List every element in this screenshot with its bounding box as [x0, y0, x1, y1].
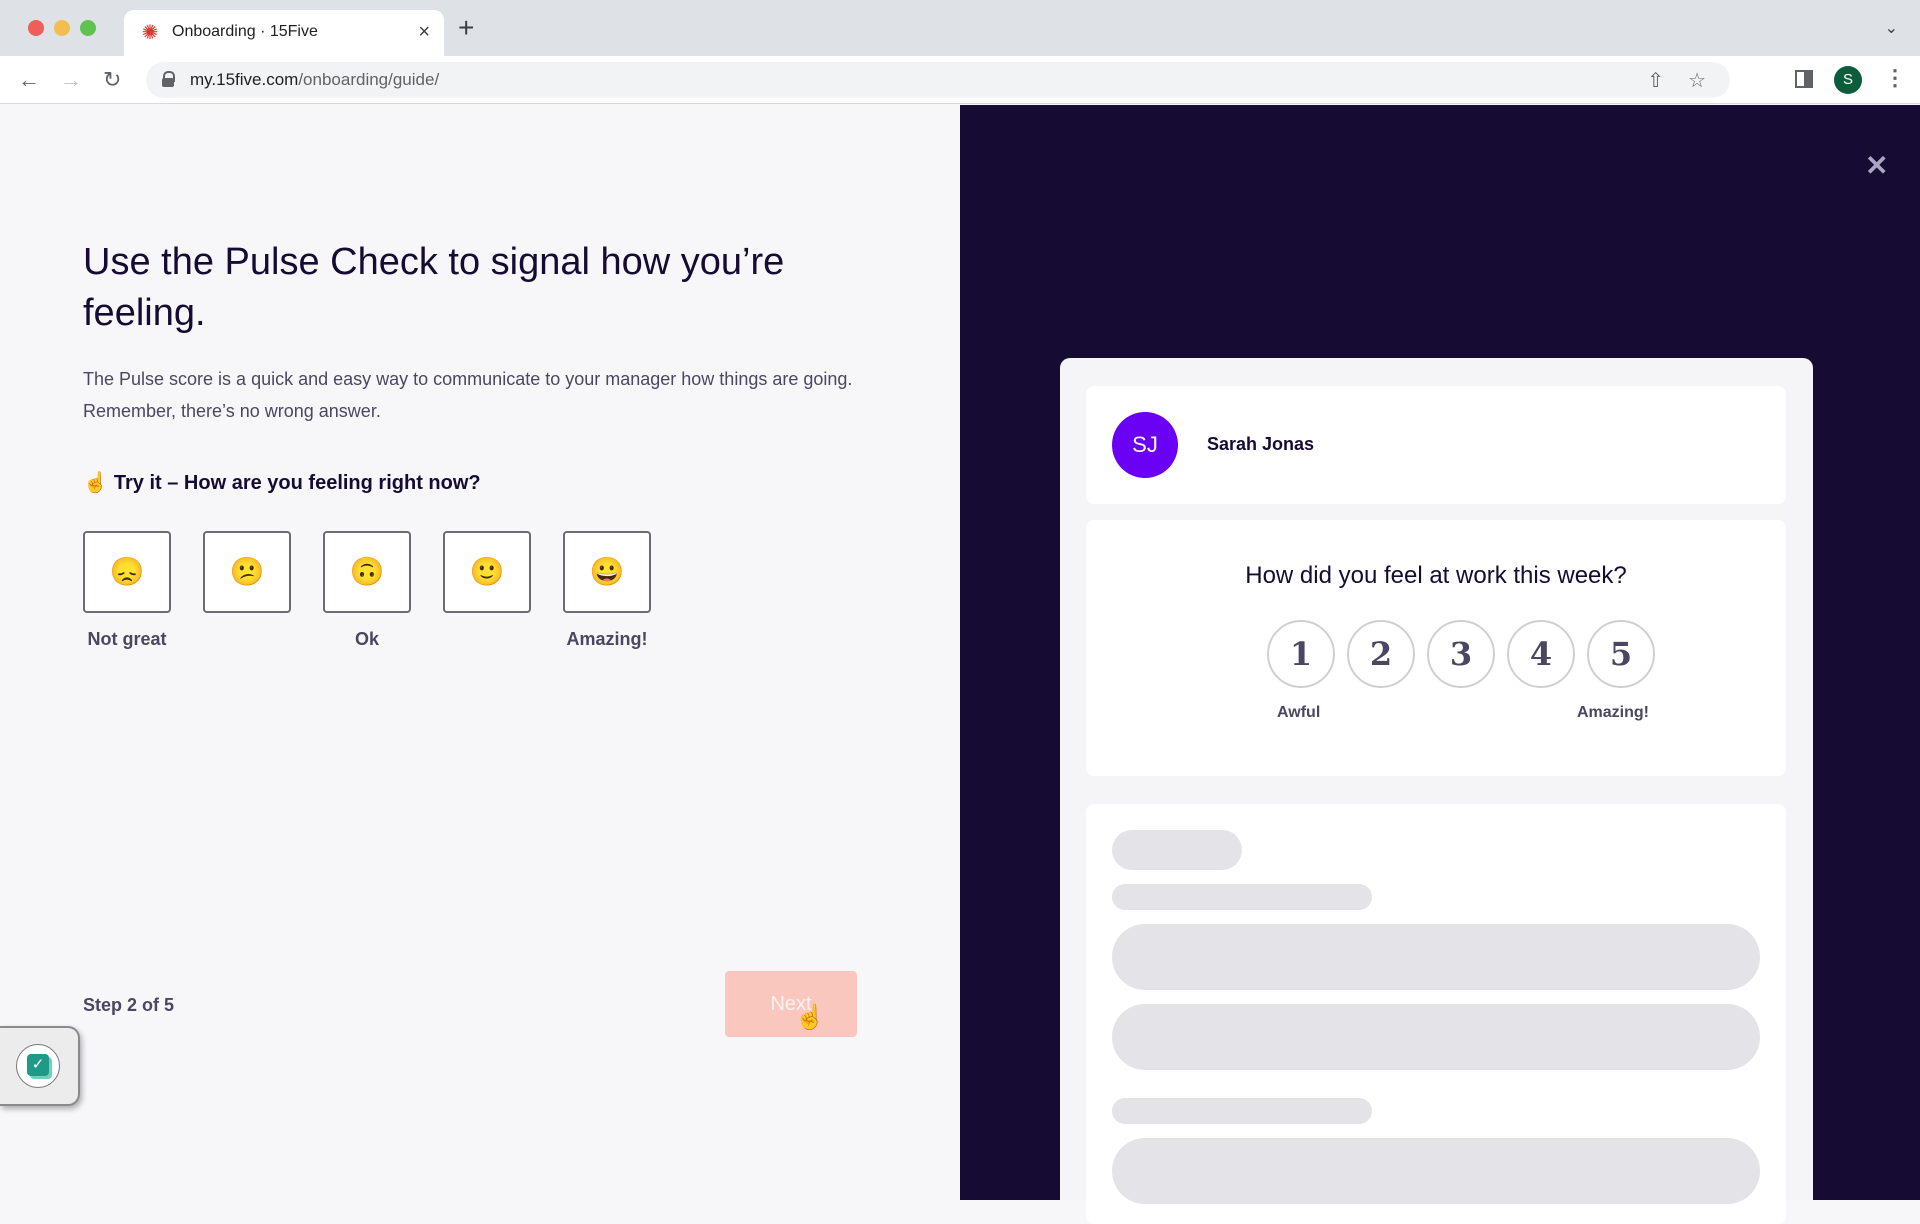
- emoji-option-amazing[interactable]: 😀: [563, 531, 651, 613]
- 15five-favicon-icon: ✺: [141, 22, 159, 44]
- pulse-question-card: How did you feel at work this week? 1 2 …: [1086, 520, 1786, 776]
- profile-avatar[interactable]: S: [1834, 66, 1862, 94]
- window-minimize-button[interactable]: [54, 20, 70, 36]
- try-it-prompt: ☝️ Try it – How are you feeling right now…: [83, 470, 481, 495]
- emoji-option-2[interactable]: 😕: [203, 531, 291, 613]
- pointing-finger-icon: ☝️: [83, 472, 108, 494]
- side-panel-icon[interactable]: [1795, 70, 1813, 88]
- url-text: my.15five.com/onboarding/guide/: [190, 70, 439, 90]
- checkin-preview-card: SJ Sarah Jonas How did you feel at work …: [1060, 358, 1813, 1224]
- score-label-high: Amazing!: [1577, 704, 1649, 721]
- guide-description: The Pulse score is a quick and easy way …: [83, 369, 853, 421]
- bookmark-star-icon[interactable]: ☆: [1688, 68, 1706, 93]
- window-close-button[interactable]: [28, 20, 44, 36]
- confused-face-icon: 😕: [229, 556, 265, 587]
- browser-menu-icon[interactable]: ⋮: [1884, 64, 1906, 92]
- skeleton-line: [1112, 1098, 1372, 1124]
- emoji-label-amazing: Amazing!: [566, 629, 648, 649]
- user-card: SJ Sarah Jonas: [1086, 386, 1786, 504]
- tab-close-icon[interactable]: ×: [418, 20, 430, 44]
- share-icon[interactable]: ⇧: [1647, 68, 1664, 93]
- widget-circle: ✓: [16, 1044, 60, 1088]
- upside-down-face-icon: 🙃: [349, 556, 385, 587]
- skeleton-block: [1112, 1138, 1760, 1204]
- lock-icon[interactable]: [162, 71, 175, 87]
- skeleton-tag: [1112, 830, 1242, 870]
- reload-icon[interactable]: ↻: [103, 66, 121, 94]
- address-bar-row: ← → ↻ my.15five.com/onboarding/guide/ ⇧ …: [0, 56, 1920, 146]
- tab-search-chevron-icon[interactable]: ⌄: [1885, 18, 1898, 38]
- skeleton-block: [1112, 1004, 1760, 1070]
- page-title: Use the Pulse Check to signal how you’re…: [83, 241, 785, 334]
- avatar: SJ: [1112, 412, 1178, 478]
- url-path: /onboarding/guide/: [298, 70, 440, 89]
- new-tab-button[interactable]: +: [458, 14, 474, 42]
- score-option-3[interactable]: 3: [1427, 620, 1495, 688]
- loading-skeleton-card: [1086, 804, 1786, 1224]
- skeleton-block: [1112, 924, 1760, 990]
- emoji-option-ok[interactable]: 🙃: [323, 531, 411, 613]
- user-name: Sarah Jonas: [1207, 434, 1315, 454]
- slightly-smiling-face-icon: 🙂: [469, 556, 505, 587]
- browser-tab-bar: ✺ Onboarding · 15Five × + ⌄: [0, 0, 1920, 56]
- emoji-option-4[interactable]: 🙂: [443, 531, 531, 613]
- browser-tab[interactable]: ✺ Onboarding · 15Five ×: [124, 10, 444, 56]
- back-arrow-icon[interactable]: ←: [18, 66, 40, 94]
- hand-cursor-icon: ☝: [795, 1004, 825, 1031]
- checklist-widget[interactable]: ✓: [0, 1026, 80, 1106]
- skeleton-line: [1112, 884, 1372, 910]
- try-it-text: Try it – How are you feeling right now?: [113, 472, 481, 494]
- emoji-option-not-great[interactable]: 😞: [83, 531, 171, 613]
- url-input[interactable]: my.15five.com/onboarding/guide/ ⇧ ☆: [146, 62, 1730, 98]
- forward-arrow-icon[interactable]: →: [60, 66, 82, 94]
- window-maximize-button[interactable]: [80, 20, 96, 36]
- close-icon[interactable]: ✕: [1865, 152, 1888, 180]
- url-domain: my.15five.com: [190, 70, 299, 89]
- onboarding-guide-panel: Use the Pulse Check to signal how you’re…: [0, 105, 960, 1200]
- score-label-low: Awful: [1277, 704, 1321, 721]
- emoji-label-ok: Ok: [354, 629, 379, 649]
- pulse-question: How did you feel at work this week?: [1245, 562, 1627, 589]
- score-option-2[interactable]: 2: [1347, 620, 1415, 688]
- score-option-5[interactable]: 5: [1587, 620, 1655, 688]
- next-button[interactable]: Next: [725, 971, 857, 1037]
- checkbox-check-icon: ✓: [27, 1054, 49, 1076]
- tab-title: Onboarding · 15Five: [172, 23, 318, 40]
- emoji-label-not-great: Not great: [87, 629, 167, 649]
- step-indicator: Step 2 of 5: [83, 995, 175, 1015]
- score-option-4[interactable]: 4: [1507, 620, 1575, 688]
- disappointed-face-icon: 😞: [109, 556, 145, 587]
- grinning-face-icon: 😀: [589, 556, 625, 587]
- score-option-1[interactable]: 1: [1267, 620, 1335, 688]
